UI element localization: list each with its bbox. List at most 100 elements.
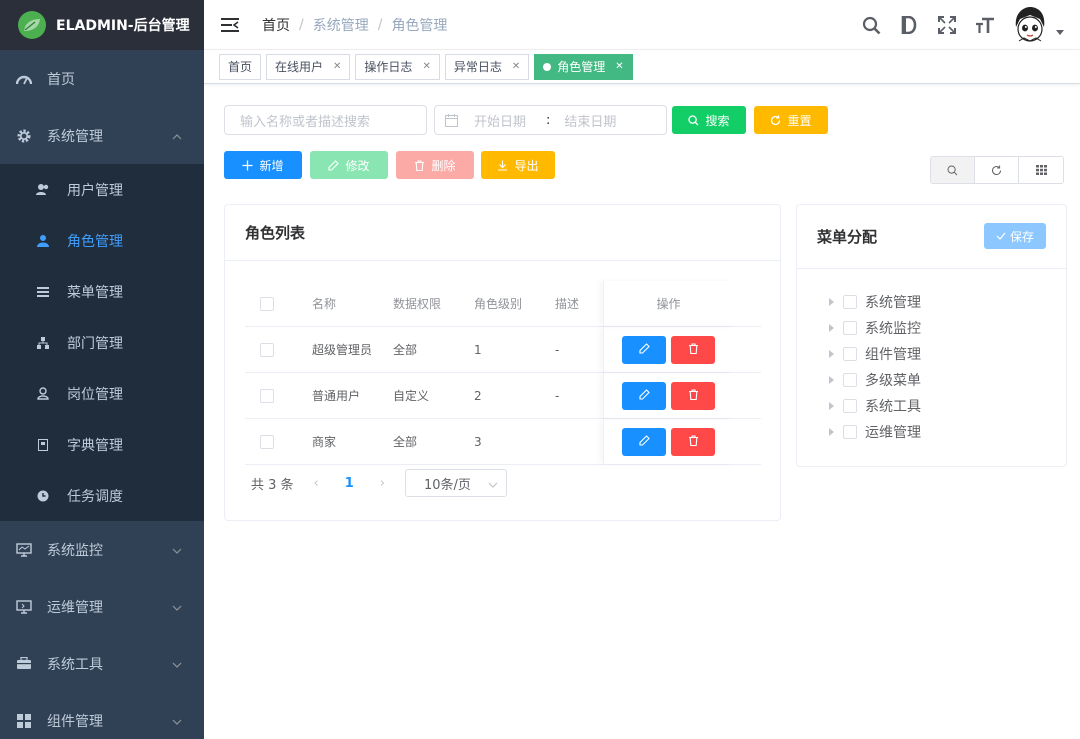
tag-label: 异常日志 — [453, 60, 502, 74]
delete-button-label: 删除 — [431, 158, 456, 173]
table-row[interactable]: 超级管理员 全部 1 - — [245, 327, 761, 373]
tree-node[interactable]: 运维管理 — [829, 419, 921, 445]
tree-node[interactable]: 系统监控 — [829, 315, 921, 341]
sidebar-item-label: 任务调度 — [67, 488, 123, 505]
dictionary-icon — [36, 438, 50, 452]
sidebar-item-monitor[interactable]: 系统监控 — [0, 521, 204, 578]
breadcrumb-item[interactable]: 首页 — [262, 15, 290, 35]
delete-button[interactable]: 删除 — [396, 151, 474, 179]
refresh-icon[interactable] — [975, 157, 1019, 183]
fullscreen-icon[interactable] — [936, 14, 958, 36]
page-size-select[interactable]: 10条/页 — [405, 469, 507, 497]
sidebar-item-departments[interactable]: 部门管理 — [0, 317, 204, 368]
search-input[interactable]: 输入名称或者描述搜索 — [224, 105, 427, 135]
reset-button[interactable]: 重置 — [754, 106, 828, 134]
row-edit-button[interactable] — [622, 335, 666, 364]
check-icon — [996, 232, 1006, 240]
sidebar-item-users[interactable]: 用户管理 — [0, 164, 204, 215]
current-page[interactable]: 1 — [345, 476, 354, 491]
tag-home[interactable]: 首页 — [219, 53, 262, 80]
columns-icon[interactable] — [1019, 157, 1063, 183]
close-icon[interactable]: ✕ — [422, 61, 430, 72]
tree-node[interactable]: 组件管理 — [829, 341, 921, 367]
row-delete-button[interactable] — [671, 381, 715, 410]
sidebar-item-components[interactable]: 组件管理 — [0, 692, 204, 739]
trash-icon — [414, 159, 425, 171]
sidebar-item-devops[interactable]: 运维管理 — [0, 578, 204, 635]
caret-right-icon[interactable] — [829, 324, 834, 332]
tag-error-log[interactable]: 异常日志 ✕ — [444, 53, 530, 80]
tag-role-management[interactable]: 角色管理 ✕ — [534, 53, 633, 80]
caret-right-icon[interactable] — [829, 350, 834, 358]
close-icon[interactable]: ✕ — [333, 61, 341, 72]
search-icon[interactable] — [860, 14, 882, 36]
total-count: 共 3 条 — [251, 477, 294, 493]
sidebar-item-tools[interactable]: 系统工具 — [0, 635, 204, 692]
date-range-picker[interactable]: 开始日期 : 结束日期 — [434, 105, 667, 135]
sidebar-item-dictionary[interactable]: 字典管理 — [0, 419, 204, 470]
sidebar-item-label: 角色管理 — [67, 233, 123, 250]
tree-checkbox[interactable] — [843, 425, 857, 439]
start-date-placeholder[interactable]: 开始日期 — [474, 111, 526, 130]
table-row[interactable]: 普通用户 自定义 2 - — [245, 373, 761, 419]
search-button[interactable]: 搜索 — [672, 106, 746, 134]
row-delete-button[interactable] — [671, 427, 715, 456]
font-size-icon[interactable] — [974, 14, 996, 36]
row-checkbox[interactable] — [259, 342, 274, 357]
tag-label: 角色管理 — [557, 60, 606, 74]
sidebar-item-home[interactable]: 首页 — [0, 50, 204, 107]
end-date-placeholder[interactable]: 结束日期 — [564, 111, 616, 130]
row-edit-button[interactable] — [622, 427, 666, 456]
tree-checkbox[interactable] — [843, 321, 857, 335]
caret-right-icon[interactable] — [829, 402, 834, 410]
sidebar-item-system[interactable]: 系统管理 — [0, 107, 204, 164]
table-row[interactable]: 商家 全部 3 — [245, 419, 761, 465]
logo[interactable]: ELADMIN-后台管理 — [0, 0, 204, 50]
table-tools — [930, 156, 1064, 184]
tree-checkbox[interactable] — [843, 399, 857, 413]
select-all-checkbox[interactable] — [259, 296, 274, 311]
close-icon[interactable]: ✕ — [615, 61, 623, 72]
tree-checkbox[interactable] — [843, 295, 857, 309]
export-button[interactable]: 导出 — [481, 151, 555, 179]
row-checkbox[interactable] — [259, 434, 274, 449]
caret-right-icon[interactable] — [829, 298, 834, 306]
sidebar-item-label: 岗位管理 — [67, 386, 123, 403]
caret-right-icon[interactable] — [829, 428, 834, 436]
department-icon — [36, 336, 50, 350]
sidebar-item-label: 部门管理 — [67, 335, 123, 352]
sidebar-item-positions[interactable]: 岗位管理 — [0, 368, 204, 419]
edit-button[interactable]: 修改 — [310, 151, 388, 179]
hamburger-icon[interactable] — [220, 15, 240, 35]
tree-node-label: 系统工具 — [865, 399, 921, 415]
pagination: 共 3 条 ‹ 1 › 10条/页 — [251, 469, 507, 497]
add-button[interactable]: 新增 — [224, 151, 302, 179]
save-button[interactable]: 保存 — [984, 223, 1046, 249]
caret-right-icon[interactable] — [829, 376, 834, 384]
next-page-icon[interactable]: › — [380, 476, 385, 491]
tag-online-users[interactable]: 在线用户 ✕ — [266, 53, 351, 80]
prev-page-icon[interactable]: ‹ — [314, 476, 319, 491]
search-toggle-icon[interactable] — [931, 157, 975, 183]
tag-operation-log[interactable]: 操作日志 ✕ — [355, 53, 440, 80]
table-header: 名称 数据权限 角色级别 描述 操作 — [245, 281, 761, 327]
close-icon[interactable]: ✕ — [512, 61, 520, 72]
tree-checkbox[interactable] — [843, 347, 857, 361]
sidebar-item-label: 系统工具 — [47, 656, 103, 673]
tree-checkbox[interactable] — [843, 373, 857, 387]
sidebar-item-menus[interactable]: 菜单管理 — [0, 266, 204, 317]
row-checkbox[interactable] — [259, 388, 274, 403]
tree-node-label: 组件管理 — [865, 347, 921, 363]
row-delete-button[interactable] — [671, 335, 715, 364]
docs-icon[interactable] — [898, 14, 920, 36]
tree-node[interactable]: 系统工具 — [829, 393, 921, 419]
sidebar-item-roles[interactable]: 角色管理 — [0, 215, 204, 266]
avatar[interactable] — [1010, 5, 1050, 45]
tree-node[interactable]: 多级菜单 — [829, 367, 921, 393]
sidebar-item-tasks[interactable]: 任务调度 — [0, 470, 204, 521]
tree-node[interactable]: 系统管理 — [829, 289, 921, 315]
row-edit-button[interactable] — [622, 381, 666, 410]
tree-node-label: 系统管理 — [865, 295, 921, 311]
download-icon — [497, 160, 508, 171]
caret-down-icon[interactable] — [1056, 25, 1064, 40]
